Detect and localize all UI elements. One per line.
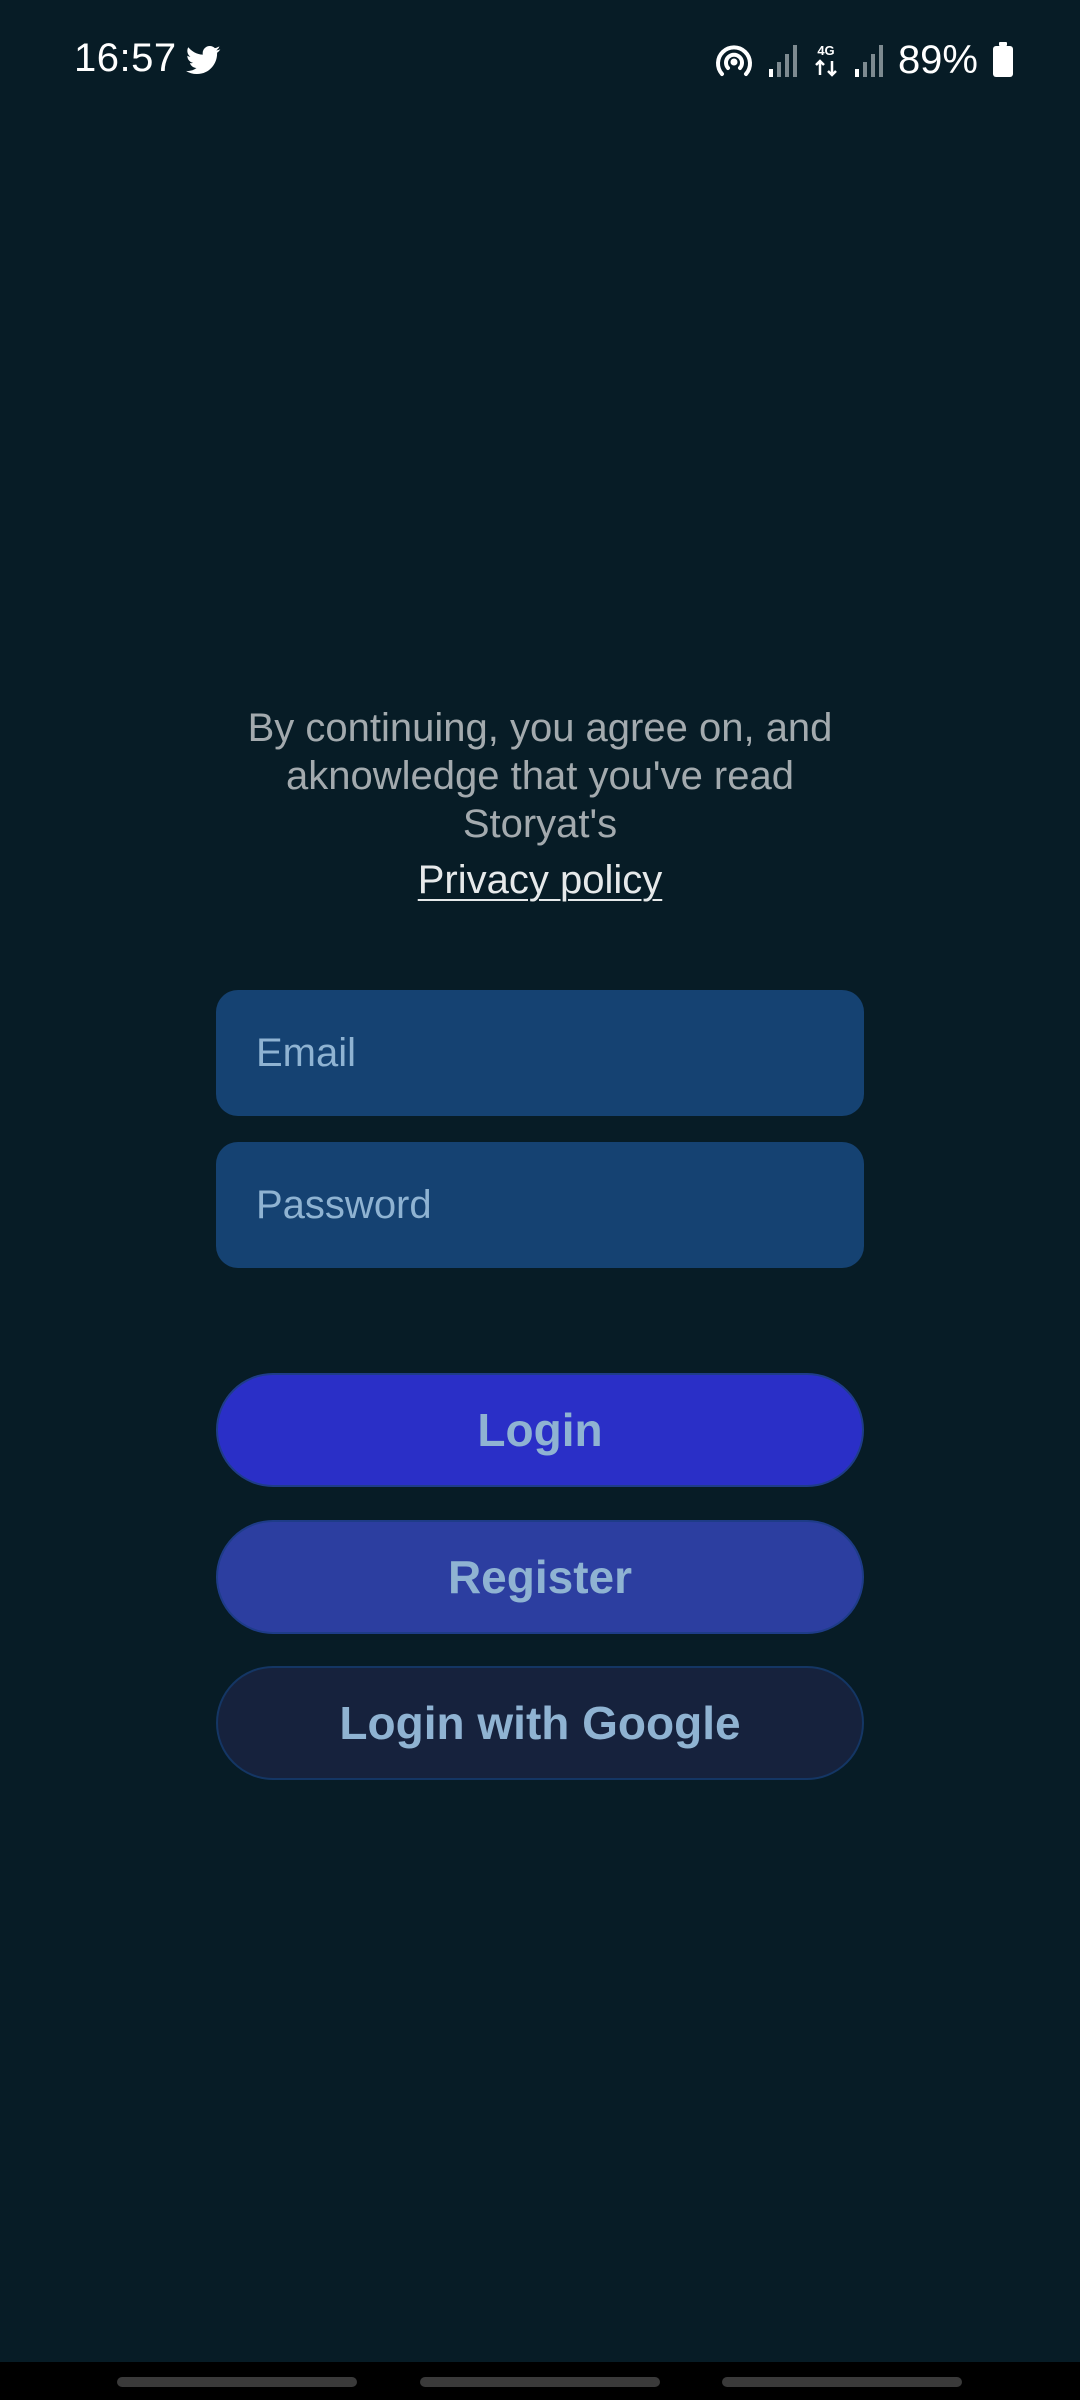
battery-icon <box>993 42 1013 77</box>
status-bar: 16:57 4G 89% <box>0 0 1080 120</box>
privacy-policy-link[interactable]: Privacy policy <box>418 856 663 904</box>
svg-text:4G: 4G <box>817 43 834 58</box>
battery-percent: 89% <box>897 37 978 82</box>
login-button[interactable]: Login <box>216 1373 864 1487</box>
status-icons: 4G 89% <box>714 36 1014 84</box>
signal-icon-2 <box>854 45 883 77</box>
status-time: 16:57 <box>74 36 177 80</box>
password-field[interactable] <box>216 1142 864 1268</box>
consent-section: By continuing, you agree on, and aknowle… <box>0 704 1080 904</box>
navigation-bar <box>0 2362 1080 2400</box>
login-with-google-button[interactable]: Login with Google <box>216 1666 864 1780</box>
email-field[interactable] <box>216 990 864 1116</box>
nav-back-handle[interactable] <box>722 2377 962 2387</box>
nav-home-handle[interactable] <box>420 2377 660 2387</box>
network-4g-icon: 4G <box>815 43 837 77</box>
twitter-icon <box>185 45 221 74</box>
signal-icon <box>768 45 797 77</box>
register-button[interactable]: Register <box>216 1520 864 1634</box>
email-input[interactable] <box>256 1030 824 1076</box>
consent-text: By continuing, you agree on, and aknowle… <box>247 706 833 846</box>
hotspot-icon <box>715 45 752 76</box>
password-input[interactable] <box>256 1182 824 1228</box>
nav-recents-handle[interactable] <box>117 2377 357 2387</box>
login-screen: 16:57 4G 89% By continuing, you agree on… <box>0 0 1080 2400</box>
